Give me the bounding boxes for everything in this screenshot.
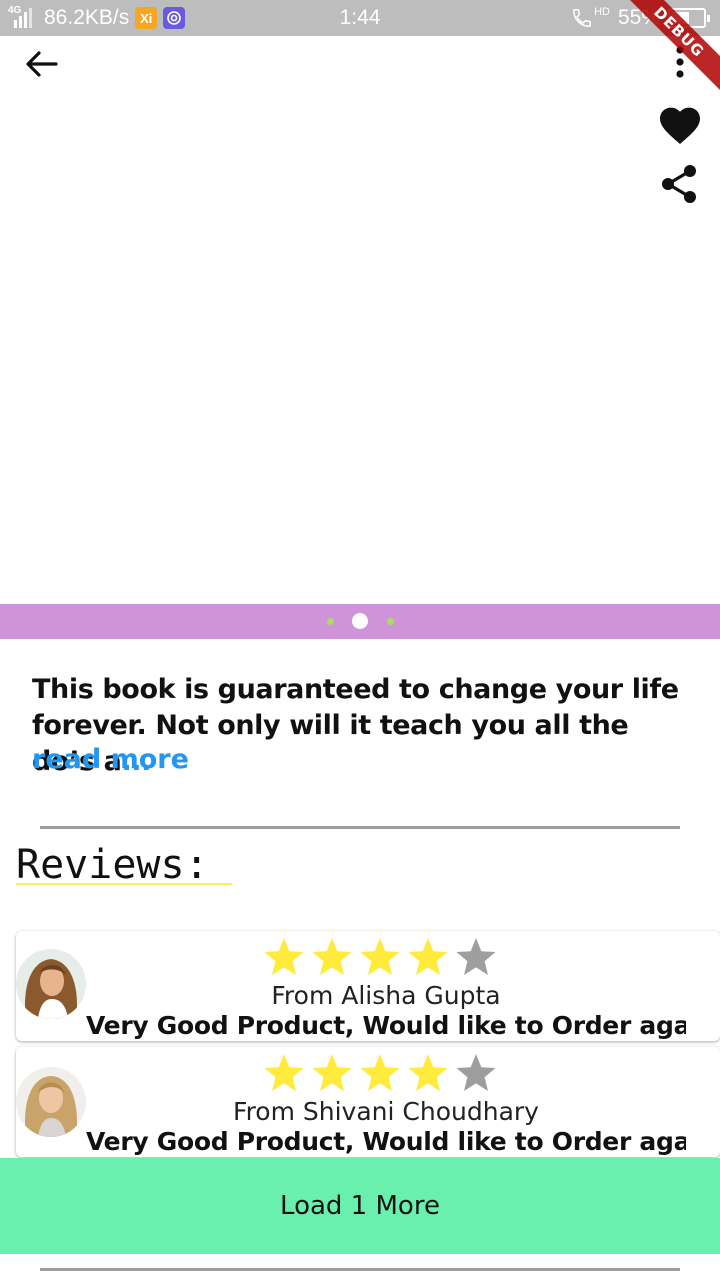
review-author: From Shivani Choudhary xyxy=(233,1097,539,1126)
star-filled-icon xyxy=(360,938,400,975)
hd-call-icon: HD xyxy=(571,6,610,29)
star-filled-icon xyxy=(264,938,304,975)
product-image-carousel[interactable] xyxy=(0,36,720,604)
avatar xyxy=(16,1067,86,1137)
carousel-dot-active[interactable] xyxy=(352,613,368,629)
review-card[interactable]: From Alisha Gupta Very Good Product, Wou… xyxy=(16,931,720,1041)
star-filled-icon xyxy=(360,1054,400,1091)
carousel-dot[interactable] xyxy=(386,617,394,625)
read-more-link[interactable]: read more xyxy=(32,744,189,775)
avatar xyxy=(16,949,86,1019)
review-text: Very Good Product, Would like to Order a… xyxy=(86,1011,686,1040)
review-card[interactable]: From Shivani Choudhary Very Good Product… xyxy=(16,1047,720,1157)
status-bar: 4G 86.2KB/s Xi 1:44 HD 55% xyxy=(0,0,720,36)
rating-stars xyxy=(262,935,498,979)
review-author: From Alisha Gupta xyxy=(271,981,501,1010)
star-filled-icon xyxy=(408,1054,448,1091)
star-empty-icon xyxy=(456,938,496,975)
reviews-heading-underline xyxy=(16,883,232,885)
review-text: Very Good Product, Would like to Order a… xyxy=(86,1127,686,1156)
star-filled-icon xyxy=(264,1054,304,1091)
star-filled-icon xyxy=(312,1054,352,1091)
star-filled-icon xyxy=(408,938,448,975)
star-filled-icon xyxy=(312,938,352,975)
carousel-dot[interactable] xyxy=(326,617,334,625)
carousel-indicator-strip xyxy=(0,604,720,639)
star-empty-icon xyxy=(456,1054,496,1091)
load-more-button[interactable]: Load 1 More xyxy=(0,1158,720,1254)
reviews-heading: Reviews: xyxy=(16,842,209,888)
divider xyxy=(40,1268,680,1271)
rating-stars xyxy=(262,1051,498,1095)
divider xyxy=(40,826,680,829)
